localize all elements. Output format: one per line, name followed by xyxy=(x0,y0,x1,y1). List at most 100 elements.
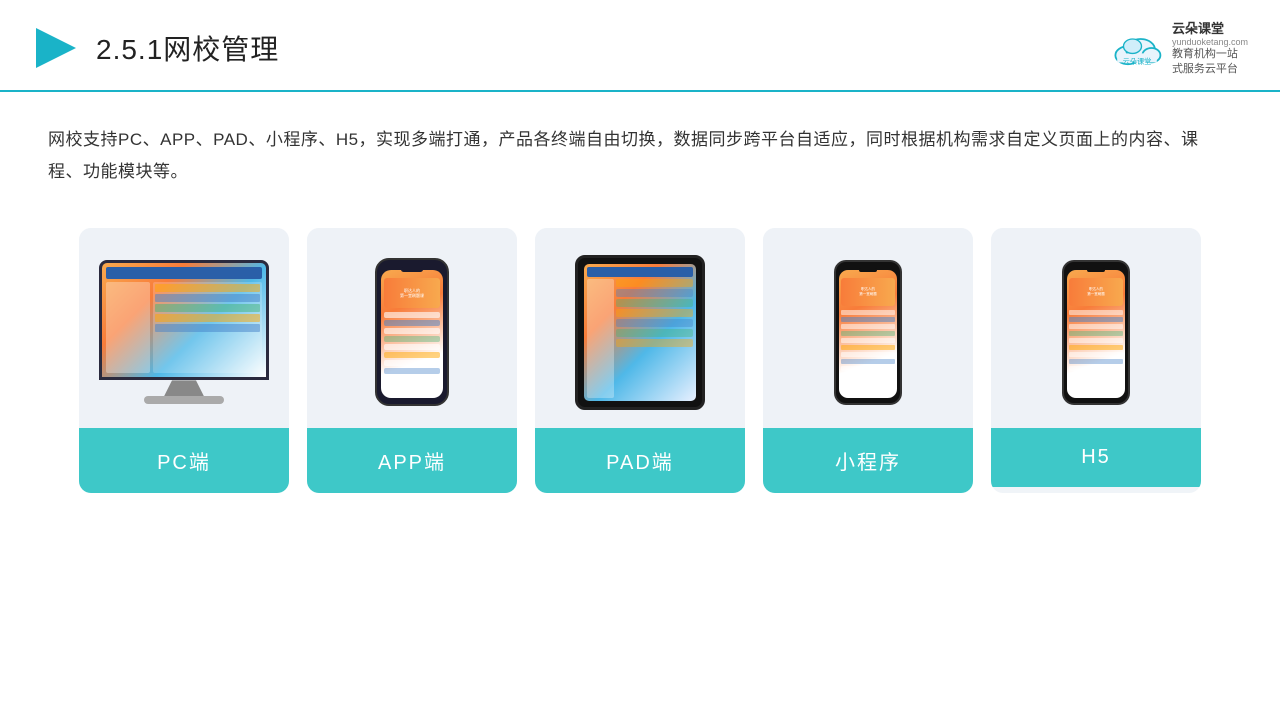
mini-row-9 xyxy=(841,366,895,371)
card-pc-image xyxy=(79,228,289,428)
mini-row-3 xyxy=(841,324,895,329)
h5-row-4 xyxy=(1069,331,1123,336)
page-title: 2.5.1网校管理 xyxy=(96,28,279,68)
logo-text-block: 云朵课堂 yunduoketang.com 教育机构一站式服务云平台 xyxy=(1172,18,1248,78)
monitor-screen xyxy=(102,263,266,377)
cloud-logo-icon: 云朵课堂 xyxy=(1110,30,1164,66)
mini-phone-notch xyxy=(859,268,877,272)
h5-row-1 xyxy=(1069,310,1123,315)
pc-device xyxy=(99,260,269,404)
pad-screen xyxy=(584,264,696,401)
phone-row-1 xyxy=(384,312,440,318)
logo-name: 云朵课堂 xyxy=(1172,18,1248,37)
pad-row-3 xyxy=(616,299,694,307)
card-app-label: APP端 xyxy=(307,428,517,493)
monitor-base xyxy=(144,396,224,404)
screen-row-2 xyxy=(155,294,260,302)
pad-row-6 xyxy=(616,329,694,337)
phone-row-3 xyxy=(384,328,440,334)
pad-row-7 xyxy=(616,339,694,347)
pad-sidebar xyxy=(587,279,614,398)
screen-row-1 xyxy=(155,284,260,292)
screen-row-5 xyxy=(155,324,260,332)
phone-row-7 xyxy=(384,360,440,366)
h5-row-5 xyxy=(1069,338,1123,343)
card-pad-label: PAD端 xyxy=(535,428,745,493)
card-pad: PAD端 xyxy=(535,228,745,493)
logo-url: yunduoketang.com xyxy=(1172,37,1248,47)
mini-banner: 职达人的第一堂刷题 xyxy=(841,278,895,306)
phone-row-2 xyxy=(384,320,440,326)
cards-area: PC端 职达人的第一堂刷题课 xyxy=(0,204,1280,493)
h5-banner: 职达人的第一堂刷题 xyxy=(1069,278,1123,306)
h5-row-6 xyxy=(1069,345,1123,350)
screen-body xyxy=(106,282,262,373)
logo-area: 云朵课堂 云朵课堂 yunduoketang.com 教育机构一站式服务云平台 xyxy=(1110,18,1248,78)
pad-row-1 xyxy=(616,279,694,287)
card-pc-label: PC端 xyxy=(79,428,289,493)
screen-row-3 xyxy=(155,304,260,312)
mini-phone-screen: 职达人的第一堂刷题 xyxy=(839,270,897,398)
pad-header xyxy=(587,267,693,277)
card-h5: 职达人的第一堂刷题 H5 xyxy=(991,228,1201,493)
description-text: 网校支持PC、APP、PAD、小程序、H5，实现多端打通，产品各终端自由切换，数… xyxy=(0,92,1280,205)
card-app-image: 职达人的第一堂刷题课 xyxy=(307,228,517,428)
pad-body xyxy=(587,279,693,398)
screen-sidebar xyxy=(106,282,150,373)
card-miniprogram: 职达人的第一堂刷题 小程序 xyxy=(763,228,973,493)
mini-row-2 xyxy=(841,317,895,322)
pad-row-2 xyxy=(616,289,694,297)
h5-phone-notch xyxy=(1087,268,1105,272)
header: 2.5.1网校管理 云朵课堂 云朵课堂 yunduoketang.com 教育机… xyxy=(0,0,1280,92)
card-miniprogram-label: 小程序 xyxy=(763,428,973,493)
pad-main xyxy=(616,279,694,398)
monitor-screen-content xyxy=(102,263,266,377)
card-miniprogram-image: 职达人的第一堂刷题 xyxy=(763,228,973,428)
h5-phone-device: 职达人的第一堂刷题 xyxy=(1062,260,1130,405)
phone-row-5 xyxy=(384,344,440,350)
card-app: 职达人的第一堂刷题课 APP端 xyxy=(307,228,517,493)
miniprogram-phone-device: 职达人的第一堂刷题 xyxy=(834,260,902,405)
phone-banner: 职达人的第一堂刷题课 xyxy=(384,278,440,308)
mini-row-6 xyxy=(841,345,895,350)
mini-row-7 xyxy=(841,352,895,357)
play-icon xyxy=(32,24,80,72)
title-main: 网校管理 xyxy=(163,34,279,65)
phone-row-8 xyxy=(384,368,440,374)
pad-row-5 xyxy=(616,319,694,327)
pad-row-4 xyxy=(616,309,694,317)
monitor-body xyxy=(99,260,269,380)
app-phone-screen: 职达人的第一堂刷题课 xyxy=(381,270,443,398)
description-paragraph: 网校支持PC、APP、PAD、小程序、H5，实现多端打通，产品各终端自由切换，数… xyxy=(48,124,1232,189)
screen-main xyxy=(153,282,262,373)
phone-screen-inner: 职达人的第一堂刷题课 xyxy=(381,270,443,376)
h5-row-7 xyxy=(1069,352,1123,357)
mini-row-4 xyxy=(841,331,895,336)
phone-banner-text: 职达人的第一堂刷题课 xyxy=(400,288,424,298)
app-phone-device: 职达人的第一堂刷题课 xyxy=(375,258,449,406)
title-prefix: 2.5.1 xyxy=(96,34,163,65)
h5-banner-text: 职达人的第一堂刷题 xyxy=(1087,287,1105,297)
card-h5-image: 职达人的第一堂刷题 xyxy=(991,228,1201,428)
phone-notch xyxy=(401,267,423,272)
mini-row-5 xyxy=(841,338,895,343)
h5-row-8 xyxy=(1069,359,1123,364)
phone-row-4 xyxy=(384,336,440,342)
card-h5-label: H5 xyxy=(991,428,1201,487)
svg-text:云朵课堂: 云朵课堂 xyxy=(1123,57,1152,66)
monitor-stand xyxy=(164,380,204,396)
mini-banner-text: 职达人的第一堂刷题 xyxy=(859,287,877,297)
card-pc: PC端 xyxy=(79,228,289,493)
mini-row-1 xyxy=(841,310,895,315)
phone-row-6 xyxy=(384,352,440,358)
header-left: 2.5.1网校管理 xyxy=(32,24,279,72)
h5-row-9 xyxy=(1069,366,1123,371)
mini-row-8 xyxy=(841,359,895,364)
screen-header xyxy=(106,267,262,279)
screen-row-4 xyxy=(155,314,260,322)
card-pad-image xyxy=(535,228,745,428)
h5-row-2 xyxy=(1069,317,1123,322)
h5-row-3 xyxy=(1069,324,1123,329)
h5-phone-screen: 职达人的第一堂刷题 xyxy=(1067,270,1125,398)
pad-device xyxy=(575,255,705,410)
